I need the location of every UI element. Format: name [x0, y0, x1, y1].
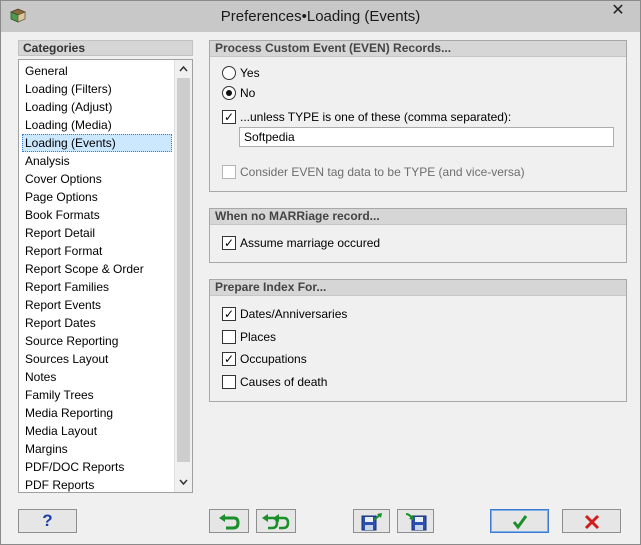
- category-item[interactable]: PDF/DOC Reports: [19, 458, 174, 476]
- index-occupations-label: Occupations: [240, 351, 307, 366]
- index-occupations-checkbox[interactable]: ✓: [222, 351, 236, 366]
- category-item[interactable]: PDF Reports: [19, 476, 174, 492]
- no-label: No: [240, 85, 256, 100]
- index-dates-label: Dates/Anniversaries: [240, 306, 348, 321]
- cancel-x-icon: [584, 514, 600, 529]
- undo-all-button[interactable]: [256, 509, 296, 533]
- unless-type-label: ...unless TYPE is one of these (comma se…: [240, 109, 512, 124]
- marriage-group: When no MARRiage record... ✓ Assume marri…: [209, 208, 627, 263]
- help-button[interactable]: ?: [18, 509, 77, 533]
- save-export-icon: [361, 512, 383, 531]
- index-option-places[interactable]: Places: [222, 328, 276, 346]
- unless-type-option[interactable]: ✓ ...unless TYPE is one of these (comma s…: [222, 108, 511, 126]
- category-item[interactable]: Report Events: [19, 296, 174, 314]
- category-item[interactable]: Notes: [19, 368, 174, 386]
- help-label: ?: [42, 511, 53, 530]
- category-item[interactable]: Loading (Adjust): [19, 98, 174, 116]
- index-places-label: Places: [240, 329, 277, 344]
- no-option[interactable]: No: [222, 84, 255, 102]
- custom-event-group-header: Process Custom Event (EVEN) Records...: [210, 41, 626, 57]
- yes-radio[interactable]: [222, 65, 236, 80]
- category-item[interactable]: Report Format: [19, 242, 174, 260]
- category-item[interactable]: General: [19, 62, 174, 80]
- custom-event-group: Process Custom Event (EVEN) Records... Y…: [209, 40, 627, 192]
- category-item[interactable]: Cover Options: [19, 170, 174, 188]
- index-places-checkbox[interactable]: [222, 329, 236, 344]
- unless-type-checkbox[interactable]: ✓: [222, 109, 236, 124]
- index-option-dates[interactable]: ✓ Dates/Anniversaries: [222, 305, 347, 323]
- category-item[interactable]: Family Trees: [19, 386, 174, 404]
- consider-even-option[interactable]: Consider EVEN tag data to be TYPE (and v…: [222, 163, 525, 181]
- category-item[interactable]: Source Reporting: [19, 332, 174, 350]
- category-item[interactable]: Loading (Media): [19, 116, 174, 134]
- yes-option[interactable]: Yes: [222, 64, 260, 82]
- categories-list[interactable]: General Loading (Filters) Loading (Adjust)…: [18, 59, 193, 493]
- close-icon[interactable]: ✕: [604, 1, 632, 21]
- title-bar: Preferences•Loading (Events) ✕: [1, 1, 640, 32]
- save-settings-button[interactable]: [353, 509, 390, 533]
- scroll-thumb[interactable]: [177, 78, 190, 462]
- category-item[interactable]: Media Layout: [19, 422, 174, 440]
- window-title: Preferences•Loading (Events): [220, 8, 421, 25]
- index-option-causes[interactable]: Causes of death: [222, 373, 327, 391]
- category-item[interactable]: Report Detail: [19, 224, 174, 242]
- categories-scrollbar[interactable]: [174, 60, 192, 492]
- yes-label: Yes: [240, 65, 260, 80]
- undo-icon: [218, 513, 240, 530]
- index-causes-checkbox[interactable]: [222, 374, 236, 389]
- load-import-icon: [405, 512, 427, 531]
- category-item[interactable]: Book Formats: [19, 206, 174, 224]
- load-settings-button[interactable]: [397, 509, 434, 533]
- event-types-input[interactable]: Softpedia: [239, 127, 614, 147]
- marriage-group-header: When no MARRiage record...: [210, 209, 626, 225]
- category-item[interactable]: Analysis: [19, 152, 174, 170]
- category-item[interactable]: Page Options: [19, 188, 174, 206]
- index-causes-label: Causes of death: [240, 374, 328, 389]
- cancel-button[interactable]: [562, 509, 621, 533]
- category-item[interactable]: Loading (Filters): [19, 80, 174, 98]
- ok-button[interactable]: [490, 509, 549, 533]
- category-item[interactable]: Margins: [19, 440, 174, 458]
- category-item[interactable]: Sources Layout: [19, 350, 174, 368]
- categories-items: General Loading (Filters) Loading (Adjust)…: [19, 62, 174, 492]
- scroll-down-icon[interactable]: [175, 474, 192, 491]
- assume-marriage-label: Assume marriage occured: [240, 235, 381, 250]
- assume-marriage-checkbox[interactable]: ✓: [222, 235, 236, 250]
- undo-button[interactable]: [209, 509, 249, 533]
- index-group-header: Prepare Index For...: [210, 280, 626, 296]
- category-item[interactable]: Report Dates: [19, 314, 174, 332]
- category-item[interactable]: Report Scope & Order: [19, 260, 174, 278]
- assume-marriage-option[interactable]: ✓ Assume marriage occured: [222, 234, 380, 252]
- preferences-window: Preferences•Loading (Events) ✕ Categorie…: [0, 0, 641, 545]
- undo-all-icon: [261, 513, 291, 530]
- category-item[interactable]: Media Reporting: [19, 404, 174, 422]
- index-option-occupations[interactable]: ✓ Occupations: [222, 350, 307, 368]
- ok-check-icon: [512, 514, 528, 530]
- index-dates-checkbox[interactable]: ✓: [222, 306, 236, 321]
- category-item[interactable]: Report Families: [19, 278, 174, 296]
- categories-header: Categories: [18, 40, 193, 56]
- no-radio[interactable]: [222, 85, 236, 100]
- category-item[interactable]: Loading (Events): [22, 134, 172, 152]
- consider-even-checkbox[interactable]: [222, 164, 236, 179]
- consider-even-label: Consider EVEN tag data to be TYPE (and v…: [240, 164, 525, 179]
- index-group: Prepare Index For... ✓ Dates/Anniversarie…: [209, 279, 627, 402]
- scroll-up-icon[interactable]: [175, 61, 192, 78]
